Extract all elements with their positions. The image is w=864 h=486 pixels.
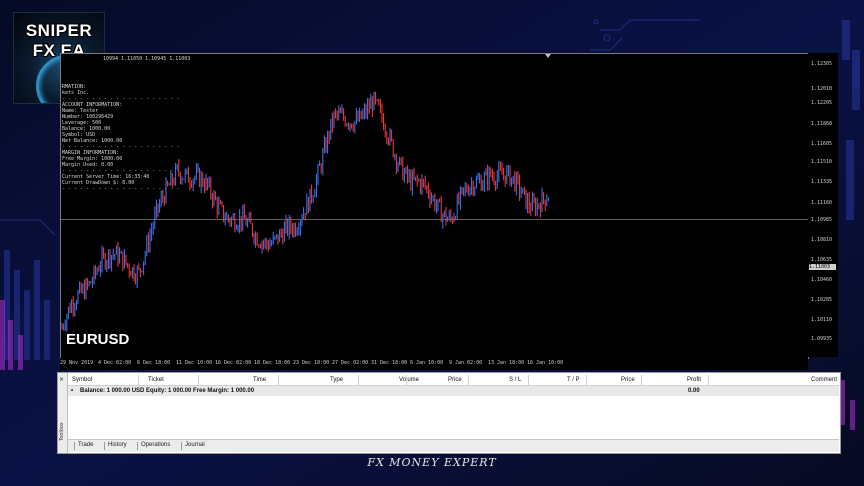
time-tick-label: 29 Nov 2019	[60, 360, 94, 366]
column-header[interactable]: T / P	[567, 377, 580, 383]
column-divider[interactable]	[586, 375, 587, 385]
tab-separator	[181, 442, 182, 450]
column-header[interactable]: Volume	[399, 377, 419, 383]
column-header[interactable]: Comment	[811, 377, 837, 383]
account-info-panel: RMATION: kets Inc. - - - - - - - - - - - -…	[62, 84, 179, 192]
toolbox-label: Toolbox	[59, 422, 65, 441]
price-tick-label: 1.11510	[811, 159, 833, 165]
price-tick-label: 1.10110	[811, 317, 833, 323]
column-header[interactable]: Symbol	[72, 377, 92, 383]
price-tick-label: 1.11860	[811, 121, 833, 127]
price-tick-label: 1.09935	[811, 336, 833, 342]
time-tick-label: 13 Jan 18:00	[488, 360, 525, 366]
time-tick-label: 6 Jan 10:00	[410, 360, 444, 366]
column-divider[interactable]	[278, 375, 279, 385]
tab-separator	[104, 442, 105, 450]
column-header[interactable]: S / L	[509, 377, 521, 383]
column-header[interactable]: Type	[330, 377, 343, 383]
tab-separator	[74, 442, 75, 450]
price-tick-label: 1.10460	[811, 277, 833, 283]
brand-line-1: SNIPER	[25, 21, 93, 40]
column-divider[interactable]	[708, 375, 709, 385]
column-header[interactable]: Price	[448, 377, 462, 383]
column-divider[interactable]	[358, 375, 359, 385]
expand-icon[interactable]: •	[71, 388, 73, 394]
price-tick-label: 1.12010	[811, 86, 833, 92]
column-divider[interactable]	[468, 375, 469, 385]
balance-row[interactable]: • Balance: 1 000.00 USD Equity: 1 000.00…	[68, 386, 839, 396]
tab-operations[interactable]: Operations	[141, 442, 170, 448]
price-tick-label: 1.11335	[811, 179, 833, 185]
trade-table-header: Symbol Ticket Time Type Volume Price S / L T / …	[68, 375, 839, 386]
terminal-tabs: Trade History Operations Journal	[68, 439, 839, 452]
column-header[interactable]: Price	[621, 377, 635, 383]
info-separator: - - - - - - - - - - - - - - - - - - - -	[62, 186, 180, 192]
time-tick-label: 16 Dec 02:00	[215, 360, 252, 366]
price-tick-label: 1.10810	[811, 237, 833, 243]
price-tick-label: 1.12305	[811, 61, 833, 67]
time-tick-label: 23 Dec 10:00	[293, 360, 330, 366]
time-tick-label: 11 Dec 10:00	[176, 360, 213, 366]
ohlc-readout: 10994 1.11050 1.10945 1.11003	[103, 56, 191, 62]
price-axis: 1.11003 1.12305 1.12010 1.12205 1.11860 1.11…	[808, 53, 838, 357]
column-divider[interactable]	[406, 375, 407, 385]
tab-trade[interactable]: Trade	[78, 442, 93, 448]
shift-marker-icon[interactable]	[545, 54, 551, 58]
time-tick-label: 6 Dec 18:00	[137, 360, 171, 366]
time-tick-label: 16 Jan 10:00	[527, 360, 564, 366]
price-tick-label: 1.10635	[811, 257, 833, 263]
column-divider[interactable]	[528, 375, 529, 385]
close-icon[interactable]: ×	[59, 376, 64, 383]
time-tick-label: 18 Dec 18:00	[254, 360, 291, 366]
column-header[interactable]: Ticket	[148, 377, 164, 383]
time-tick-label: 31 Dec 18:00	[371, 360, 408, 366]
balance-summary: Balance: 1 000.00 USD Equity: 1 000.00 F…	[80, 388, 255, 394]
tab-history[interactable]: History	[108, 442, 127, 448]
time-tick-label: 4 Dec 02:00	[98, 360, 132, 366]
symbol-label: EURUSD	[66, 331, 130, 348]
terminal-panel: × Toolbox Symbol Ticket Time Type Volume Pric…	[57, 372, 841, 454]
time-tick-label: 9 Jan 02:00	[449, 360, 483, 366]
column-header[interactable]: Profit	[687, 377, 701, 383]
column-divider[interactable]	[641, 375, 642, 385]
toolbox-sidebar: × Toolbox	[58, 373, 68, 453]
price-tick-label: 1.10285	[811, 297, 833, 303]
tab-separator	[137, 442, 138, 450]
price-tick-label: 1.11160	[811, 200, 833, 206]
profit-total: 0.00	[688, 388, 700, 394]
column-header[interactable]: Time	[253, 377, 266, 383]
column-divider[interactable]	[198, 375, 199, 385]
time-tick-label: 27 Dec 02:00	[332, 360, 369, 366]
price-tick-label: 1.11605	[811, 141, 833, 147]
tab-journal[interactable]: Journal	[185, 442, 205, 448]
column-divider[interactable]	[138, 375, 139, 385]
footer-brand: FX MONEY EXPERT	[367, 456, 497, 469]
current-price-label: 1.11003	[809, 264, 836, 270]
price-tick-label: 1.12205	[811, 100, 833, 106]
time-axis: 29 Nov 2019 4 Dec 02:00 6 Dec 18:00 11 Dec …	[60, 358, 808, 370]
price-tick-label: 1.10985	[811, 217, 833, 223]
